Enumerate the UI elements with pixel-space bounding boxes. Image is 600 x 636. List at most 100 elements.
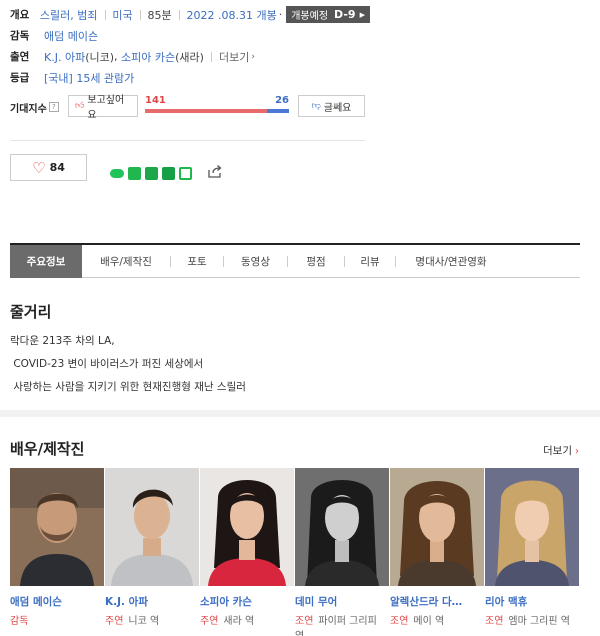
- want-count: 141: [145, 95, 166, 106]
- not-sure-button[interactable]: 👎︎ 글쎄요: [298, 95, 365, 117]
- actor-name[interactable]: 알렉산드라 다…: [390, 594, 484, 609]
- photo-kj-apa: [105, 468, 199, 586]
- tab-2[interactable]: 포토: [171, 245, 223, 278]
- share-icon[interactable]: [208, 165, 222, 181]
- expectation-label: 기대지수: [10, 103, 47, 115]
- cast-label: 출연: [10, 51, 30, 63]
- help-icon[interactable]: ?: [48, 102, 59, 112]
- actor-name[interactable]: K.J. 아파: [105, 594, 199, 609]
- want-to-see-button[interactable]: 👍︎ 보고싶어요: [68, 95, 138, 121]
- overview-row: 개요 스릴러, 범죄 미국 85분 2022 .08.31 개봉 · 개봉예정 …: [10, 4, 370, 25]
- director-row: 감독 애덤 메이슨: [10, 25, 370, 46]
- cast-row: 출연 K.J. 아파 (니코), 소피아 카슨 (새라) 더보기 ›: [10, 46, 370, 67]
- actor-role: 조연파이퍼 그리피 역: [295, 614, 389, 636]
- rating-label: 등급: [10, 72, 30, 84]
- actor-role: 조연 엠마 그리핀 역: [485, 614, 579, 629]
- movie-info: 개요 스릴러, 범죄 미국 85분 2022 .08.31 개봉 · 개봉예정 …: [10, 4, 370, 88]
- synopsis-line: 사랑하는 사람을 지키기 위한 현재진행형 재난 스릴러: [10, 381, 246, 393]
- release-date-link[interactable]: 2022 .08.31 개봉: [187, 7, 277, 23]
- thumbs-down-icon: 👎︎: [311, 101, 321, 111]
- cast-more-label: 더보기: [543, 445, 572, 457]
- tab-5[interactable]: 리뷰: [345, 245, 395, 278]
- bookmark-share-icon[interactable]: [162, 166, 175, 180]
- role-name: 엠마 그리핀 역: [508, 616, 570, 627]
- actor-photo[interactable]: [200, 468, 294, 586]
- section-band: [0, 410, 600, 417]
- chevron-right-icon: ›: [251, 51, 255, 62]
- role-type: 주연: [105, 616, 124, 627]
- synopsis-text: 락다운 213주 차의 LA, COVID-23 변이 바이러스가 퍼진 세상에…: [10, 330, 246, 399]
- actor-role: 감독: [10, 614, 104, 629]
- blog-share-icon[interactable]: [145, 166, 158, 180]
- line-share-icon[interactable]: [110, 168, 124, 178]
- director-label: 감독: [10, 30, 30, 42]
- share-buttons: [110, 165, 222, 181]
- tab-0[interactable]: 주요정보: [10, 244, 82, 278]
- actor-role: 주연 니코 역: [105, 614, 199, 629]
- photo-alexandra-daddario: [390, 468, 484, 586]
- cast-card[interactable]: 애덤 메이슨 감독: [10, 468, 104, 629]
- cast-link-kj-apa[interactable]: K.J. 아파: [44, 49, 85, 65]
- cast-card[interactable]: 리아 맥휴 조연 엠마 그리핀 역: [485, 468, 579, 629]
- photo-lia-mchugh: [485, 468, 579, 586]
- expectation-gauge: 141 26: [145, 95, 289, 119]
- cast-role-sofia-carson: (새라): [175, 50, 204, 64]
- expectation-index: 기대지수 ? 👍︎ 보고싶어요 141 26 👎︎ 글쎄요: [10, 95, 370, 121]
- tab-6[interactable]: 명대사/연관영화: [396, 245, 506, 278]
- photo-demi-moore: [295, 468, 389, 586]
- actor-name[interactable]: 애덤 메이슨: [10, 594, 104, 609]
- divider: [104, 9, 106, 20]
- cast-role-kj-apa: (니코): [85, 50, 115, 64]
- comma-separator: ,: [114, 50, 122, 63]
- thumbs-up-icon: 👍︎: [75, 101, 85, 111]
- cast-card[interactable]: 알렉산드라 다… 조연 메이 역: [390, 468, 484, 629]
- director-link[interactable]: 애덤 메이슨: [44, 28, 98, 44]
- play-triangle-icon: ▶: [359, 10, 365, 19]
- cast-link-sofia-carson[interactable]: 소피아 카슨: [121, 49, 175, 65]
- like-button[interactable]: ♡ 84: [10, 154, 87, 181]
- cast-section-title: 배우/제작진: [10, 440, 85, 458]
- genre-link[interactable]: 스릴러, 범죄: [40, 7, 98, 23]
- release-separator: ·: [278, 8, 283, 21]
- country-link[interactable]: 미국: [112, 7, 132, 23]
- actor-name[interactable]: 데미 무어: [295, 594, 389, 609]
- heart-icon: ♡: [32, 158, 46, 177]
- cast-card[interactable]: 소피아 카슨 주연 새라 역: [200, 468, 294, 629]
- divider: [139, 9, 141, 20]
- tab-1[interactable]: 배우/제작진: [82, 245, 170, 278]
- role-name: 새라 역: [223, 616, 255, 627]
- cast-list: 애덤 메이슨 감독 K.J. 아파 주연 니코 역 소피아 카슨 주연 새라 역…: [10, 468, 580, 636]
- actor-photo[interactable]: [10, 468, 104, 586]
- like-count: 84: [49, 161, 65, 174]
- runtime: 85분: [147, 8, 172, 22]
- keep-share-icon[interactable]: [179, 166, 192, 180]
- gauge-bar: [145, 109, 289, 113]
- chevron-right-icon: ›: [575, 446, 579, 457]
- actor-photo[interactable]: [105, 468, 199, 586]
- want-to-see-label: 보고싶어요: [87, 95, 125, 121]
- actor-photo[interactable]: [390, 468, 484, 586]
- cast-more-button[interactable]: 더보기 ›: [543, 443, 579, 458]
- dday-value: D-9: [334, 8, 356, 21]
- dday-label: 개봉예정: [291, 11, 329, 22]
- actor-name[interactable]: 소피아 카슨: [200, 594, 294, 609]
- rating-link[interactable]: [국내] 15세 관람가: [44, 70, 134, 86]
- tab-3[interactable]: 동영상: [224, 245, 287, 278]
- actor-name[interactable]: 리아 맥휴: [485, 594, 579, 609]
- role-name: 니코 역: [128, 616, 160, 627]
- role-type: 조연: [485, 616, 504, 627]
- cast-card[interactable]: K.J. 아파 주연 니코 역: [105, 468, 199, 629]
- actor-photo[interactable]: [295, 468, 389, 586]
- band-share-icon[interactable]: [128, 166, 141, 180]
- cast-card[interactable]: 데미 무어 조연파이퍼 그리피 역: [295, 468, 389, 636]
- section-divider: [10, 140, 365, 141]
- tab-4[interactable]: 평점: [288, 245, 344, 278]
- synopsis-title: 줄거리: [10, 303, 52, 321]
- role-type: 조연: [295, 616, 314, 627]
- divider: [178, 9, 180, 20]
- dday-badge[interactable]: 개봉예정 D-9 ▶: [286, 6, 370, 23]
- no-count: 26: [275, 95, 289, 106]
- actor-photo[interactable]: [485, 468, 579, 586]
- cast-more-link[interactable]: 더보기: [219, 49, 249, 65]
- actor-role: 조연 메이 역: [390, 614, 484, 629]
